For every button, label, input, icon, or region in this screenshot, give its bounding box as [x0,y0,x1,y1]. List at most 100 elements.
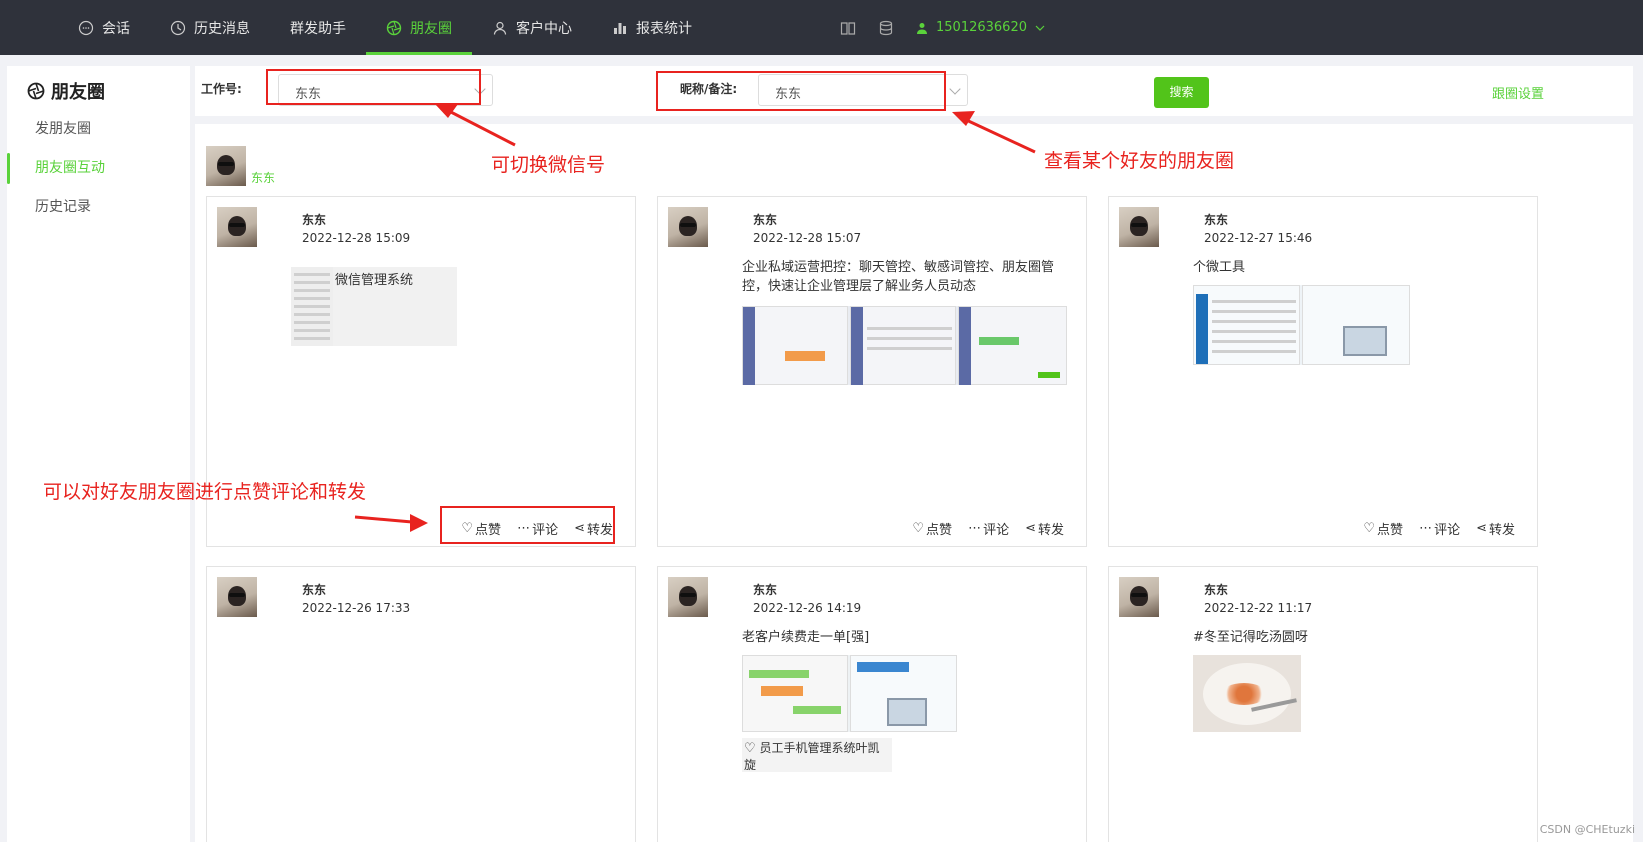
post-actions: ♡ 点赞 ⋯ 评论 ⋖ 转发 [1363,519,1515,538]
friend-header: 东东 [206,146,275,186]
bar-chart-icon [614,22,626,34]
comment-button[interactable]: ⋯ 评论 [968,519,1009,538]
avatar [668,207,708,247]
post-author: 东东 [302,213,327,227]
book-icon[interactable] [840,20,856,36]
link-caption: 微信管理系统 [335,273,414,288]
annotation-view-friend: 查看某个好友的朋友圈 [1044,150,1235,172]
screenshot-thumb [742,655,848,732]
sidebar-item-post[interactable]: 发朋友圈 [7,110,190,149]
link-image [291,267,333,346]
heart-icon: ♡ [744,741,756,756]
comment-label: 评论 [1434,523,1461,538]
main-nav: 会话 历史消息 群发助手 朋友圈 客户中心 报表统计 [58,0,712,55]
nav-label: 客户中心 [516,20,572,37]
database-icon[interactable] [878,20,894,36]
share-icon: ⋖ [1476,521,1487,536]
nav-item-broadcast[interactable]: 群发助手 [270,0,366,55]
sidebar-list: 发朋友圈 朋友圈互动 历史记录 [7,110,190,227]
heart-icon: ♡ [912,521,925,536]
annotation-box-nickname [656,71,946,111]
aperture-icon [386,20,402,35]
nav-label: 群发助手 [290,20,346,37]
post-time: 2022-12-22 11:17 [1204,601,1313,615]
account-phone: 15012636620 [936,20,1027,35]
post-author: 东东 [753,213,778,227]
post-actions: ♡ 点赞 ⋯ 评论 ⋖ 转发 [912,519,1064,538]
nav-item-moments[interactable]: 朋友圈 [366,0,472,55]
sidebar-item-interact[interactable]: 朋友圈互动 [7,149,190,188]
post-text: 老客户续费走一单[强] [742,630,870,645]
nav-label: 报表统计 [636,20,692,37]
share-button[interactable]: ⋖ 转发 [1025,519,1064,538]
like-label: 点赞 [926,523,953,538]
nav-item-chat[interactable]: 会话 [58,0,150,55]
clock-icon [170,20,186,35]
post-author: 东东 [1204,583,1229,597]
sidebar-item-history[interactable]: 历史记录 [7,188,190,227]
post-image[interactable] [742,655,957,732]
nav-item-reports[interactable]: 报表统计 [592,0,712,55]
avatar [206,146,246,186]
moment-card: 东东 2022-12-22 11:17 #冬至记得吃汤圆呀 [1108,566,1538,842]
search-button[interactable]: 搜索 [1154,77,1209,108]
person-icon [917,22,927,34]
avatar [1119,577,1159,617]
like-button[interactable]: ♡ 点赞 [912,519,952,538]
nav-label: 朋友圈 [410,20,452,37]
sidebar: 朋友圈 发朋友圈 朋友圈互动 历史记录 [7,66,190,842]
post-link-thumbnail[interactable]: 微信管理系统 [291,267,457,346]
avatar [668,577,708,617]
likes-list: ♡ 员工手机管理系统叶凯旋 [742,738,892,772]
screenshot-thumb [1193,285,1300,365]
post-image[interactable] [742,306,1067,385]
screenshot-thumb [742,306,848,385]
top-right-tools: 15012636620 [840,0,1045,55]
likes-names[interactable]: 员工手机管理系统叶凯旋 [744,741,880,772]
comment-button[interactable]: ⋯ 评论 [1419,519,1460,538]
share-label: 转发 [1037,523,1064,538]
aperture-icon [27,82,45,100]
nav-label: 历史消息 [194,20,250,37]
comment-icon: ⋯ [1419,521,1433,536]
screenshot-thumb [850,306,956,385]
comment-label: 评论 [983,523,1010,538]
like-button[interactable]: ♡ 点赞 [1363,519,1403,538]
follow-settings-link[interactable]: 跟圈设置 [1492,83,1544,102]
nav-item-history[interactable]: 历史消息 [150,0,270,55]
post-text: 个微工具 [1193,260,1246,275]
post-author: 东东 [753,583,778,597]
share-label: 转发 [1488,523,1515,538]
post-time: 2022-12-27 15:46 [1204,231,1313,245]
account-menu[interactable]: 15012636620 [916,20,1045,35]
chevron-down-icon [1035,25,1045,31]
like-label: 点赞 [1377,523,1404,538]
screenshot-thumb [850,655,957,732]
post-author: 东东 [1204,213,1229,227]
post-time: 2022-12-26 14:19 [753,601,862,615]
nav-label: 会话 [102,20,130,37]
annotation-box-actions [440,506,615,544]
post-image[interactable] [1193,655,1301,732]
moment-card: 东东 2022-12-27 15:46 个微工具 ♡ 点赞 ⋯ 评论 ⋖ 转发 [1108,196,1538,547]
sidebar-title-text: 朋友圈 [51,82,105,103]
moment-card: 东东 2022-12-26 17:33 [206,566,636,842]
screenshot-thumb [1302,285,1410,365]
moment-card: 东东 2022-12-28 15:07 企业私域运营把控：聊天管控、敏感词管控、… [657,196,1087,547]
moment-card: 东东 2022-12-26 14:19 老客户续费走一单[强] ♡ 员工手机管理… [657,566,1087,842]
annotation-interact: 可以对好友朋友圈进行点赞评论和转发 [43,481,367,503]
post-time: 2022-12-28 15:07 [753,231,862,245]
share-button[interactable]: ⋖ 转发 [1476,519,1515,538]
tangyuan [1221,683,1267,705]
comment-icon: ⋯ [968,521,982,536]
share-icon: ⋖ [1025,521,1036,536]
nav-item-customers[interactable]: 客户中心 [472,0,592,55]
friend-name[interactable]: 东东 [251,169,275,186]
chat-icon [78,20,94,35]
avatar [217,207,257,247]
post-image[interactable] [1193,285,1410,365]
avatar [217,577,257,617]
top-navbar: 会话 历史消息 群发助手 朋友圈 客户中心 报表统计 15012636620 [0,0,1643,55]
chevron-down-icon [949,83,961,95]
avatar [1119,207,1159,247]
